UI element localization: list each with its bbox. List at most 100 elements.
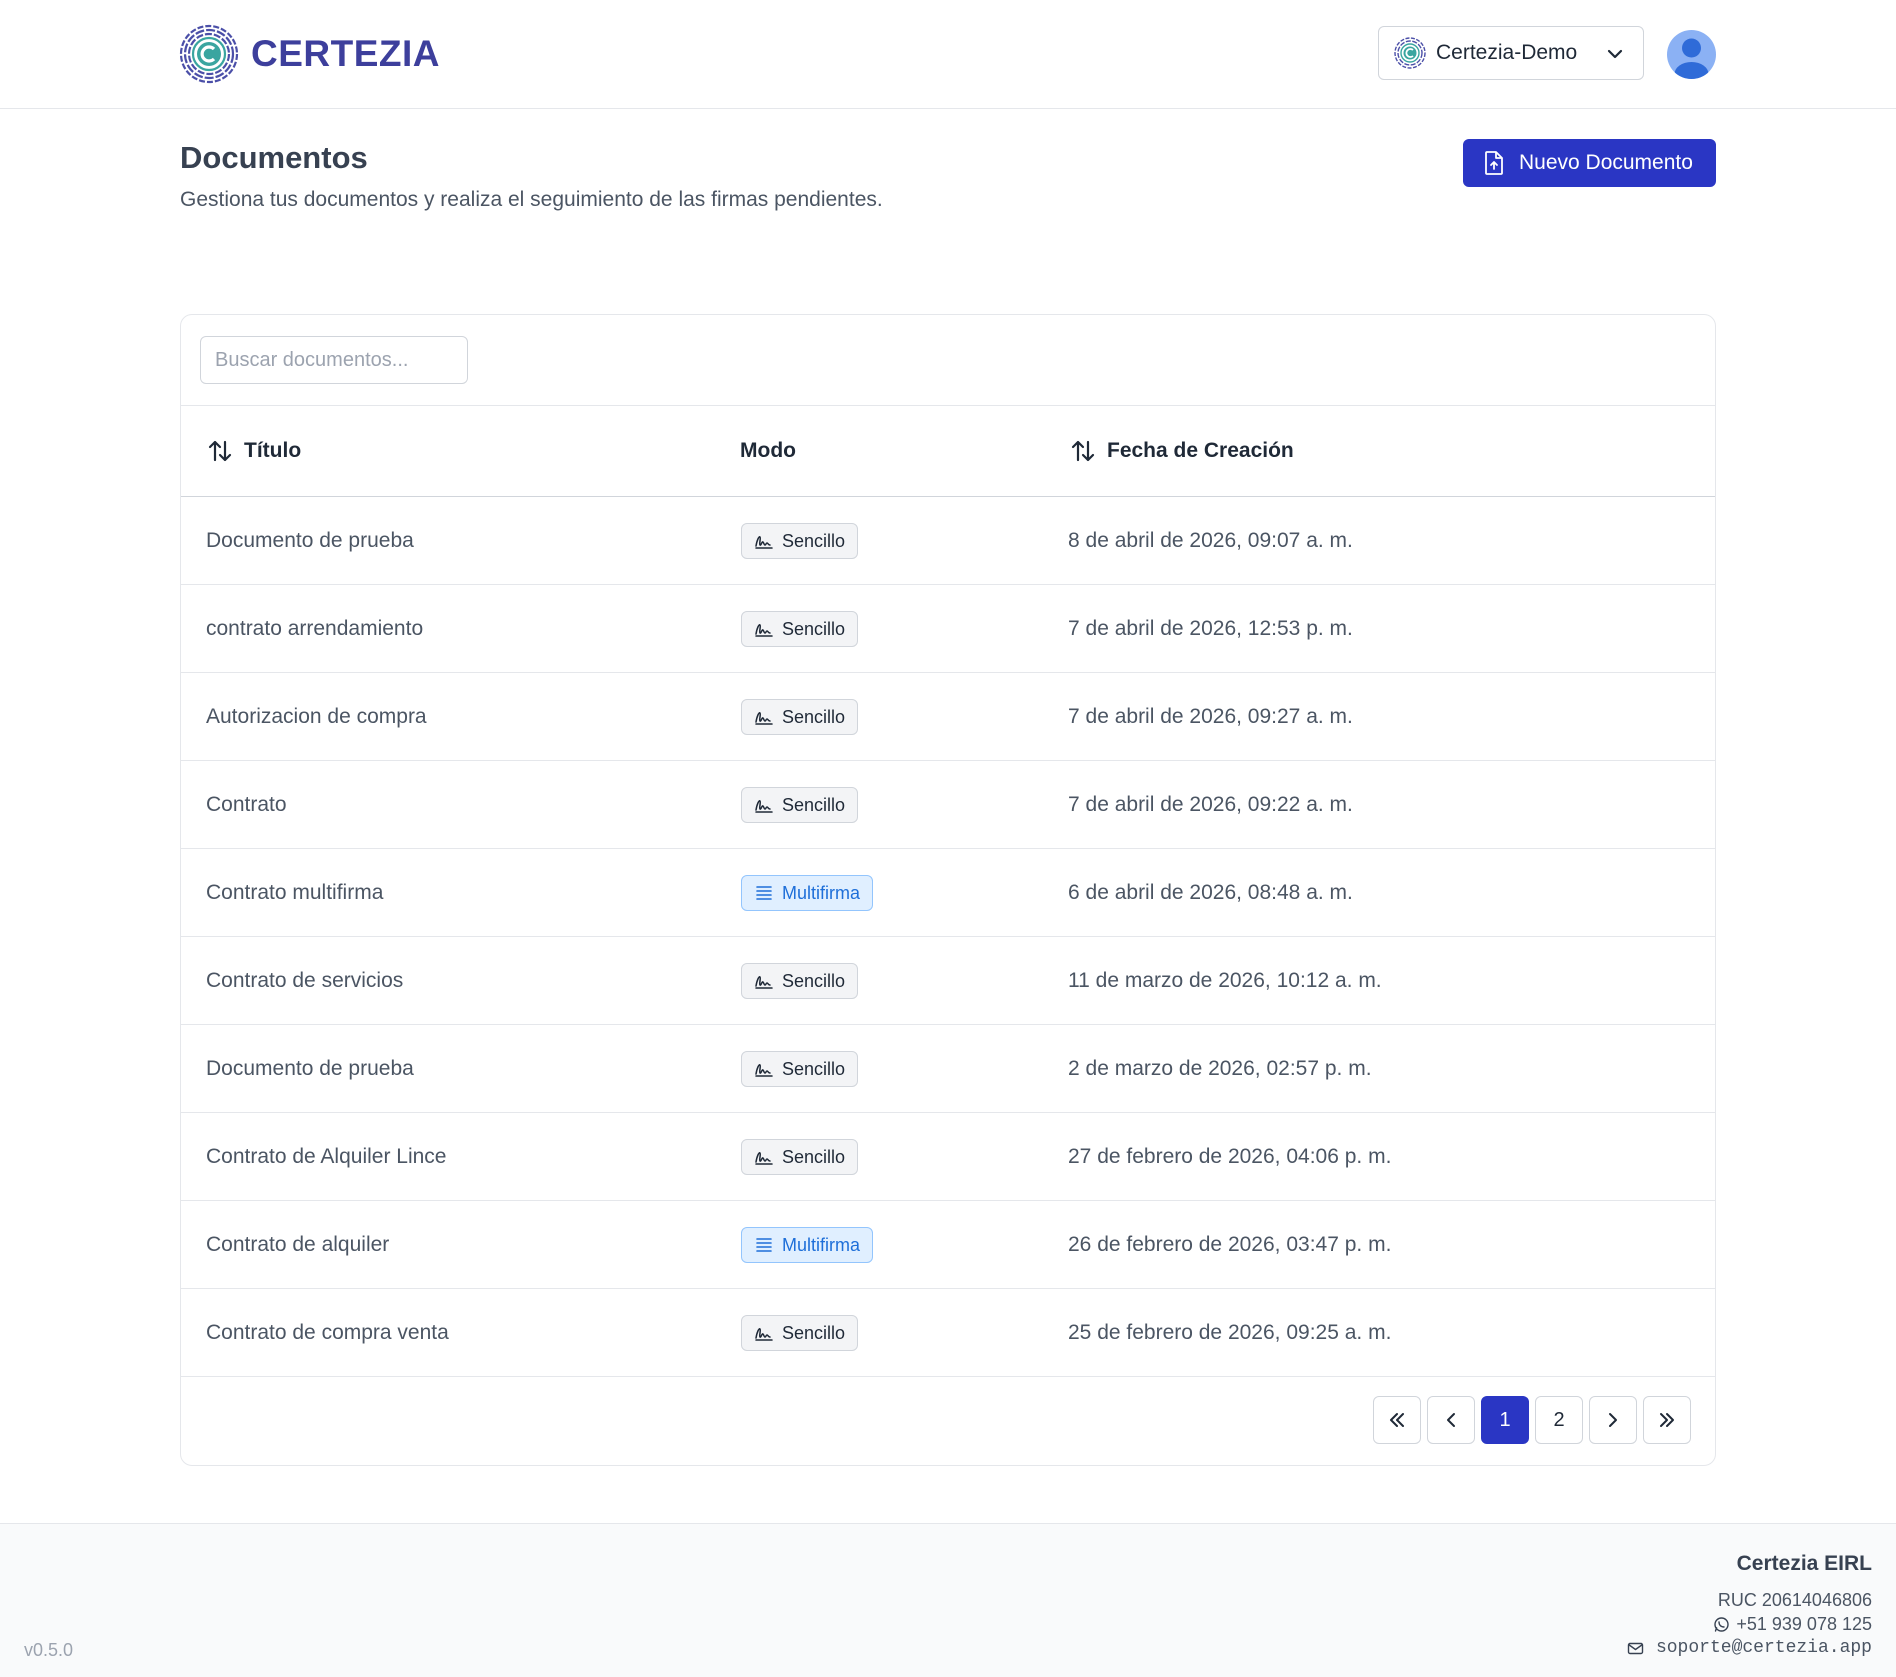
document-title[interactable]: Contrato de alquiler <box>206 1201 389 1289</box>
document-date: 2 de marzo de 2026, 02:57 p. m. <box>1068 1057 1372 1080</box>
top-bar: CERTEZIA Certezia-Demo <box>0 0 1896 109</box>
mail-icon <box>1627 1642 1644 1654</box>
new-document-button[interactable]: Nuevo Documento <box>1463 139 1716 187</box>
table-row[interactable]: contrato arrendamiento Sencillo 7 de abril… <box>181 585 1715 673</box>
new-document-label: Nuevo Documento <box>1519 151 1693 174</box>
signature-icon <box>755 624 773 637</box>
mode-badge: Sencillo <box>741 1139 859 1175</box>
table-row[interactable]: Contrato de alquiler Multifirma 26 de febr… <box>181 1201 1715 1289</box>
chevron-left-icon <box>1447 1413 1455 1427</box>
mode-label: Sencillo <box>782 1322 846 1343</box>
document-title[interactable]: Contrato <box>206 761 287 849</box>
table-row[interactable]: Contrato multifirma Multifirma 6 de abril … <box>181 849 1715 937</box>
document-date: 8 de abril de 2026, 09:07 a. m. <box>1068 529 1353 552</box>
brand-name: CERTEZIA <box>251 33 440 74</box>
document-title[interactable]: contrato arrendamiento <box>206 585 423 673</box>
page-subtitle: Gestiona tus documentos y realiza el seg… <box>180 188 883 211</box>
list-icon <box>756 1238 772 1252</box>
signature-icon <box>755 1328 773 1341</box>
company-email[interactable]: soporte@certezia.app <box>1627 1638 1872 1658</box>
document-mode: Sencillo <box>741 1025 859 1113</box>
document-date: 7 de abril de 2026, 09:27 a. m. <box>1068 705 1353 728</box>
document-mode: Sencillo <box>741 761 859 849</box>
sort-icon <box>208 440 232 462</box>
document-title[interactable]: Contrato multifirma <box>206 849 383 937</box>
table-row[interactable]: Contrato de compra venta Sencillo 25 de fe… <box>181 1289 1715 1377</box>
document-date: 25 de febrero de 2026, 09:25 a. m. <box>1068 1321 1392 1344</box>
column-date-label: Fecha de Creación <box>1107 439 1294 462</box>
previous-page-button[interactable] <box>1427 1396 1475 1444</box>
brand-logo[interactable]: CERTEZIA <box>179 24 440 84</box>
column-title-label: Título <box>244 439 302 462</box>
certezia-logo-icon <box>1394 37 1426 69</box>
document-date: 11 de marzo de 2026, 10:12 a. m. <box>1068 969 1382 992</box>
mode-label: Multifirma <box>782 882 861 903</box>
chevrons-left-icon <box>1390 1413 1404 1427</box>
document-date: 7 de abril de 2026, 09:22 a. m. <box>1068 793 1353 816</box>
column-header-date[interactable]: Fecha de Creación <box>1069 406 1294 496</box>
phone-text: +51 939 078 125 <box>1736 1614 1872 1634</box>
mode-label: Sencillo <box>782 794 846 815</box>
mode-label: Sencillo <box>782 1058 846 1079</box>
ruc-text: RUC 20614046806 <box>1717 1590 1872 1610</box>
chevron-down-icon <box>1607 49 1623 59</box>
table-row[interactable]: Autorizacion de compra Sencillo 7 de abril… <box>181 673 1715 761</box>
page-button-1[interactable]: 1 <box>1481 1396 1529 1444</box>
organization-name: Certezia-Demo <box>1436 41 1578 64</box>
mode-label: Multifirma <box>782 1234 861 1255</box>
table-row[interactable]: Contrato Sencillo 7 de abril de 2026, 09:2… <box>181 761 1715 849</box>
last-page-button[interactable] <box>1643 1396 1691 1444</box>
mode-badge: Multifirma <box>741 1227 874 1263</box>
mode-label: Sencillo <box>782 530 846 551</box>
table-row[interactable]: Contrato de servicios Sencillo 11 de marzo… <box>181 937 1715 1025</box>
mode-label: Sencillo <box>782 970 846 991</box>
first-page-button[interactable] <box>1373 1396 1421 1444</box>
table-header: Título Modo Fecha de Creación <box>181 405 1715 497</box>
document-mode: Sencillo <box>741 1113 859 1201</box>
document-title[interactable]: Contrato de compra venta <box>206 1289 449 1377</box>
document-date: 6 de abril de 2026, 08:48 a. m. <box>1068 881 1353 904</box>
page-title: Documentos <box>180 140 368 175</box>
page-button-2[interactable]: 2 <box>1535 1396 1583 1444</box>
mode-badge: Sencillo <box>741 1051 859 1087</box>
company-phone[interactable]: +51 939 078 125 <box>1713 1614 1872 1635</box>
file-upload-icon <box>1485 151 1503 175</box>
table-row[interactable]: Documento de prueba Sencillo 8 de abril de… <box>181 497 1715 585</box>
user-avatar[interactable] <box>1667 30 1716 79</box>
document-mode: Multifirma <box>741 849 874 937</box>
document-mode: Sencillo <box>741 1289 859 1377</box>
search-input[interactable] <box>200 336 468 384</box>
signature-icon <box>755 1064 773 1077</box>
user-avatar-icon <box>1674 38 1709 79</box>
mode-badge: Multifirma <box>741 875 874 911</box>
list-icon <box>756 886 772 900</box>
table-row[interactable]: Contrato de Alquiler Lince Sencillo 27 de … <box>181 1113 1715 1201</box>
mode-badge: Sencillo <box>741 699 859 735</box>
document-mode: Multifirma <box>741 1201 874 1289</box>
document-date: 7 de abril de 2026, 12:53 p. m. <box>1068 617 1353 640</box>
document-date: 27 de febrero de 2026, 04:06 p. m. <box>1068 1145 1392 1168</box>
column-header-title[interactable]: Título <box>206 406 301 496</box>
pagination: 1 2 <box>1373 1396 1691 1444</box>
mode-badge: Sencillo <box>741 1315 859 1351</box>
table-row[interactable]: Documento de prueba Sencillo 2 de marzo de… <box>181 1025 1715 1113</box>
document-title[interactable]: Documento de prueba <box>206 497 414 585</box>
document-title[interactable]: Contrato de servicios <box>206 937 403 1025</box>
chevrons-right-icon <box>1660 1413 1674 1427</box>
email-text: soporte@certezia.app <box>1655 1638 1872 1658</box>
mode-badge: Sencillo <box>741 963 859 999</box>
chevron-right-icon <box>1609 1413 1617 1427</box>
column-header-mode: Modo <box>740 406 796 496</box>
signature-icon <box>755 536 773 549</box>
document-title[interactable]: Autorizacion de compra <box>206 673 427 761</box>
document-mode: Sencillo <box>741 585 859 673</box>
company-name: Certezia EIRL <box>1736 1552 1872 1575</box>
documents-card: Título Modo Fecha de Creación Documento … <box>180 314 1716 1466</box>
document-title[interactable]: Documento de prueba <box>206 1025 414 1113</box>
mode-label: Sencillo <box>782 618 846 639</box>
next-page-button[interactable] <box>1589 1396 1637 1444</box>
app-version: v0.5.0 <box>24 1640 74 1660</box>
document-title[interactable]: Contrato de Alquiler Lince <box>206 1113 447 1201</box>
organization-selector[interactable]: Certezia-Demo <box>1378 26 1644 80</box>
company-ruc: RUC 20614046806 <box>1718 1590 1872 1611</box>
